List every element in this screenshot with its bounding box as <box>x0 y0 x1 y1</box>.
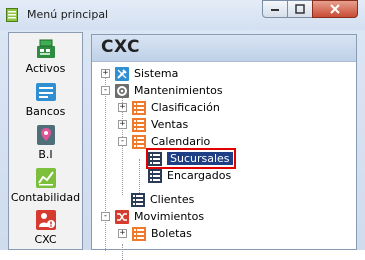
tree-node-encargados[interactable]: Encargados <box>148 167 231 184</box>
expand-toggle[interactable]: + <box>118 120 127 129</box>
list-dark-icon <box>148 151 162 166</box>
sidebar-item-label: Contabilidad <box>10 191 81 204</box>
tree-node-label: Movimientos <box>134 210 205 223</box>
bank-icon <box>35 81 57 103</box>
cash-register-icon <box>35 38 57 60</box>
tree-node-clasificacion[interactable]: + Clasificación <box>118 99 220 116</box>
chart-line-icon <box>35 167 57 189</box>
collapse-toggle[interactable]: - <box>118 137 127 146</box>
tree-node-sucursales[interactable]: Sucursales <box>146 148 236 169</box>
window-title: Menú principal <box>27 8 109 21</box>
tree-node-label: Encargados <box>167 169 232 182</box>
main-menu-window: Menú principal Activos Bancos B.I Contab… <box>0 0 365 260</box>
sidebar-item-cxc[interactable]: CXC <box>9 209 82 246</box>
location-pin-icon <box>35 124 57 146</box>
list-orange-icon <box>132 100 146 115</box>
sidebar-item-label: CXC <box>34 233 57 246</box>
tree-node-label: Ventas <box>151 118 189 131</box>
tree-connector <box>139 159 140 195</box>
shuffle-icon <box>115 209 129 224</box>
tree-node-label: Clientes <box>150 193 195 206</box>
maximize-button[interactable] <box>287 0 313 18</box>
tree-node-boletas[interactable]: + Boletas <box>118 225 192 242</box>
sidebar-item-activos[interactable]: Activos <box>9 38 82 75</box>
module-title: CXC <box>101 37 140 57</box>
person-alert-icon <box>35 209 57 231</box>
close-button[interactable] <box>312 0 358 18</box>
tree-node-ventas[interactable]: + Ventas <box>118 116 188 133</box>
tree-node-label: Clasificación <box>151 101 220 114</box>
list-dark-icon <box>148 168 162 183</box>
sidebar-item-label: Bancos <box>25 105 66 118</box>
minimize-icon <box>271 9 279 11</box>
tree-node-movimientos[interactable]: - Movimientos <box>101 208 204 225</box>
tree-node-label: Sistema <box>134 67 179 80</box>
gear-icon <box>115 83 129 98</box>
maximize-icon <box>295 4 305 14</box>
app-icon <box>6 8 18 22</box>
tree-connector <box>122 244 123 260</box>
collapse-toggle[interactable]: - <box>101 86 110 95</box>
sidebar-item-contabilidad[interactable]: Contabilidad <box>9 167 82 204</box>
expand-toggle[interactable]: + <box>101 69 110 78</box>
tree-node-clientes[interactable]: Clientes <box>131 191 194 208</box>
close-icon <box>330 4 340 14</box>
tree-node-calendario[interactable]: - Calendario <box>118 133 210 150</box>
tree-node-label: Mantenimientos <box>134 84 223 97</box>
sidebar-item-label: B.I <box>38 148 53 161</box>
list-orange-icon <box>132 226 146 241</box>
tree-node-label: Sucursales <box>167 152 233 165</box>
tools-icon <box>115 66 129 81</box>
title-bar: Menú principal <box>0 0 365 30</box>
sidebar-item-bancos[interactable]: Bancos <box>9 81 82 118</box>
tree-node-mantenimientos[interactable]: - Mantenimientos <box>101 82 223 99</box>
tree-node-label: Calendario <box>151 135 211 148</box>
tree-node-sistema[interactable]: + Sistema <box>101 65 178 82</box>
sidebar-item-label: Activos <box>25 62 66 75</box>
list-orange-icon <box>132 117 146 132</box>
main-panel: CXC + Sistema - Mantenimientos + Clasifi… <box>91 34 357 260</box>
collapse-toggle[interactable]: - <box>101 212 110 221</box>
list-orange-icon <box>132 134 146 149</box>
sidebar-item-bi[interactable]: B.I <box>9 124 82 161</box>
list-dark-icon <box>131 192 145 207</box>
minimize-button[interactable] <box>262 0 288 18</box>
expand-toggle[interactable]: + <box>118 103 127 112</box>
module-sidebar: Activos Bancos B.I Contabilidad CXC <box>8 32 83 250</box>
expand-toggle[interactable]: + <box>118 229 127 238</box>
module-header: CXC <box>92 35 356 62</box>
tree-node-label: Boletas <box>151 227 192 240</box>
